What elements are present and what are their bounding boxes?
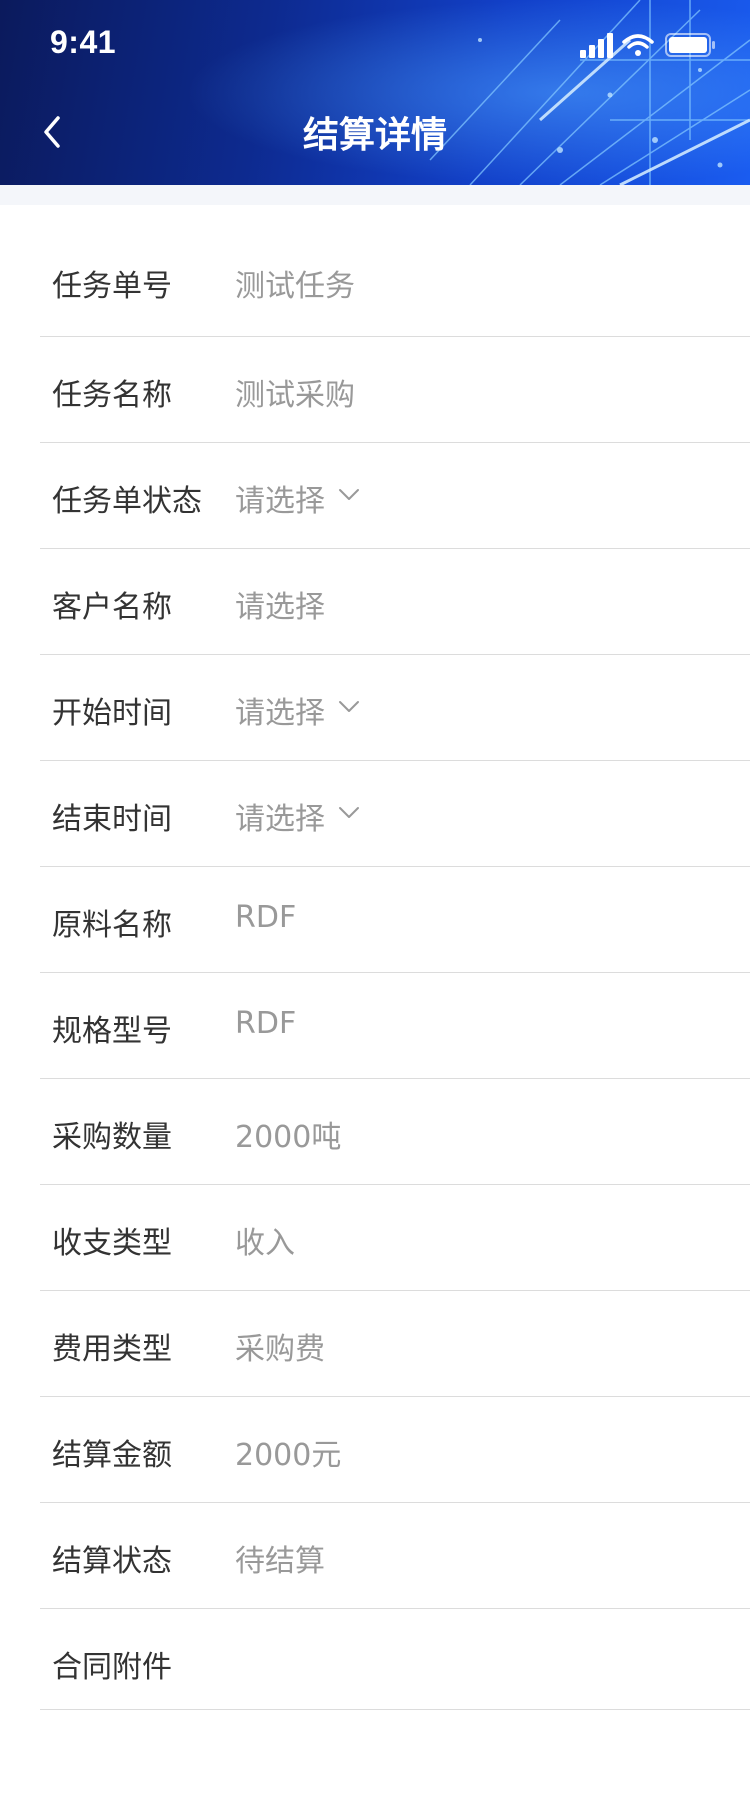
income-expense-type-value: 收入 — [235, 1226, 295, 1261]
form-row-settlement-amount: 结算金额 2000元 — [40, 1397, 750, 1503]
form-row-purchase-quantity: 采购数量 2000吨 — [40, 1079, 750, 1185]
task-name-value: 测试采购 — [235, 378, 355, 413]
field-label: 规格型号 — [52, 1014, 172, 1049]
field-label: 费用类型 — [52, 1332, 172, 1367]
settlement-detail-form: 任务单号 测试任务 任务名称 测试采购 任务单状态 请选择 客户名称 请选择 开… — [0, 205, 750, 1710]
field-label: 开始时间 — [52, 696, 172, 731]
field-label: 原料名称 — [52, 908, 172, 943]
wifi-icon — [622, 34, 654, 56]
field-label: 任务名称 — [52, 378, 172, 413]
material-name-value: RDF — [235, 900, 297, 935]
field-label: 采购数量 — [52, 1120, 172, 1155]
form-row-settlement-status: 结算状态 待结算 — [40, 1503, 750, 1609]
field-label: 合同附件 — [52, 1650, 172, 1685]
field-label: 任务单号 — [52, 269, 172, 304]
start-time-select[interactable]: 请选择 — [235, 688, 325, 732]
form-row-task-number: 任务单号 测试任务 — [40, 205, 750, 337]
specification-value: RDF — [235, 1006, 297, 1041]
form-row-fee-type: 费用类型 采购费 — [40, 1291, 750, 1397]
end-time-select[interactable]: 请选择 — [235, 794, 325, 838]
customer-name-select[interactable]: 请选择 — [235, 582, 325, 626]
status-indicators — [580, 33, 715, 58]
chevron-down-icon[interactable] — [338, 806, 360, 820]
form-row-income-expense-type: 收支类型 收入 — [40, 1185, 750, 1291]
chevron-down-icon[interactable] — [338, 700, 360, 714]
form-row-specification: 规格型号 RDF — [40, 973, 750, 1079]
battery-icon — [665, 33, 715, 57]
form-row-task-status[interactable]: 任务单状态 请选择 — [40, 443, 750, 549]
status-bar: 9:41 — [0, 0, 750, 88]
settlement-status-value: 待结算 — [235, 1544, 325, 1579]
purchase-quantity-value: 2000吨 — [235, 1120, 342, 1155]
form-row-task-name: 任务名称 测试采购 — [40, 337, 750, 443]
form-row-end-time[interactable]: 结束时间 请选择 — [40, 761, 750, 867]
field-label: 结算金额 — [52, 1438, 172, 1473]
field-label: 任务单状态 — [52, 484, 202, 519]
field-label: 收支类型 — [52, 1226, 172, 1261]
status-time: 9:41 — [50, 24, 117, 60]
field-label: 结束时间 — [52, 802, 172, 837]
chevron-down-icon[interactable] — [338, 488, 360, 502]
form-row-material-name: 原料名称 RDF — [40, 867, 750, 973]
header-banner: 9:41 结算详情 — [0, 0, 750, 185]
navigation-bar: 结算详情 — [0, 88, 750, 176]
task-status-select[interactable]: 请选择 — [235, 476, 325, 520]
form-row-customer-name[interactable]: 客户名称 请选择 — [40, 549, 750, 655]
form-row-contract-attachment[interactable]: 合同附件 — [40, 1609, 750, 1710]
field-label: 结算状态 — [52, 1544, 172, 1579]
section-gap — [0, 185, 750, 205]
settlement-amount-value: 2000元 — [235, 1438, 342, 1473]
task-number-value: 测试任务 — [235, 269, 355, 304]
page-title: 结算详情 — [302, 115, 447, 156]
form-row-start-time[interactable]: 开始时间 请选择 — [40, 655, 750, 761]
field-label: 客户名称 — [52, 590, 172, 625]
fee-type-value: 采购费 — [235, 1332, 325, 1367]
cellular-signal-icon — [580, 33, 613, 58]
